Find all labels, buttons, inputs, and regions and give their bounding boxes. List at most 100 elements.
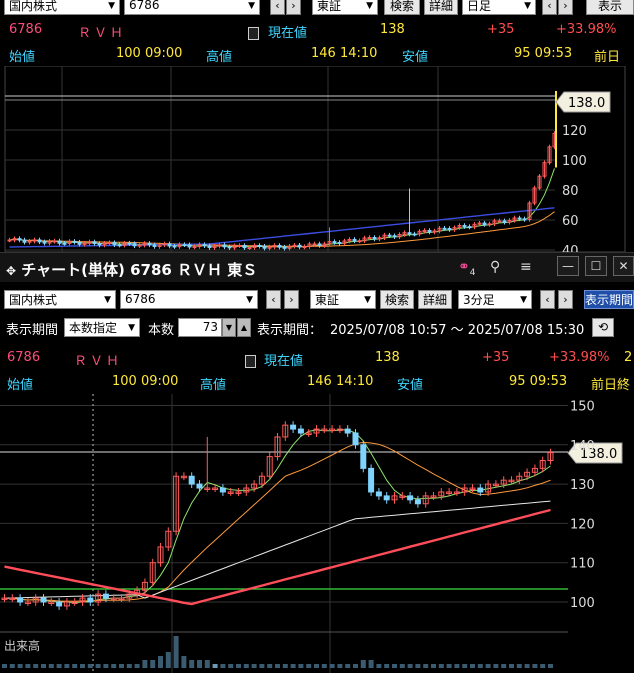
volume-bar bbox=[119, 664, 124, 668]
candle-body bbox=[502, 220, 507, 223]
next-period-button[interactable]: › bbox=[558, 0, 573, 15]
volume-bar bbox=[142, 660, 148, 668]
candle-body bbox=[297, 428, 304, 434]
refresh-button[interactable]: ⟲ bbox=[592, 317, 614, 337]
market-value: 国内株式 bbox=[9, 292, 58, 307]
volume-bar bbox=[532, 664, 538, 668]
candle-body bbox=[477, 487, 484, 493]
prev-button[interactable]: ‹ bbox=[266, 289, 281, 309]
price-tag: 138.0 bbox=[555, 91, 611, 113]
candle-body bbox=[368, 467, 375, 493]
candle-body bbox=[132, 243, 137, 247]
market-select[interactable]: 国内株式 ▼ bbox=[4, 289, 116, 309]
candle-body bbox=[312, 243, 317, 246]
count-stepper-up[interactable]: ▲ bbox=[237, 317, 251, 337]
period-select[interactable]: 日足 ▼ bbox=[462, 0, 536, 15]
y-tick-label: 80 bbox=[562, 184, 579, 199]
market-select[interactable]: 国内株式 ▼ bbox=[4, 0, 120, 15]
volume-bar bbox=[189, 660, 195, 668]
candle-body bbox=[97, 243, 102, 246]
intraday-chart[interactable]: 出来高 138.0 100110120130140150 bbox=[0, 394, 634, 673]
maximize-button[interactable]: ☐ bbox=[585, 256, 607, 276]
candle-body bbox=[487, 223, 492, 226]
volume-bar bbox=[103, 664, 109, 668]
price-change: +35 bbox=[487, 22, 515, 37]
low-label: 安値 bbox=[402, 50, 429, 65]
pin-icon[interactable]: ✥ bbox=[6, 264, 16, 278]
period-select[interactable]: 3分足 ▼ bbox=[458, 289, 532, 309]
count-input[interactable]: 73 bbox=[178, 317, 222, 337]
candle-body bbox=[462, 225, 467, 228]
candle-body bbox=[282, 246, 287, 249]
chevron-down-icon: ▼ bbox=[104, 294, 111, 305]
search-button[interactable]: 検索 bbox=[384, 0, 420, 15]
display-button[interactable]: 表示 bbox=[586, 0, 634, 15]
candle-body bbox=[375, 491, 382, 497]
prev-period-button[interactable]: ‹ bbox=[540, 289, 555, 309]
period-value: 3分足 bbox=[463, 292, 495, 307]
period-row: 表示期間 本数指定 ▼ 本数 73 ▼ ▲ 表示期間： 2025/07/08 10… bbox=[0, 316, 634, 338]
exchange-select[interactable]: 東証 ▼ bbox=[312, 0, 378, 15]
detail-button[interactable]: 詳細 bbox=[418, 289, 452, 309]
daily-chart[interactable]: 138.0 40 60 80 100 120 bbox=[0, 66, 634, 252]
close-button[interactable]: ✕ bbox=[613, 256, 634, 276]
prev-period-button[interactable]: ‹ bbox=[542, 0, 557, 15]
prev-button[interactable]: ‹ bbox=[270, 0, 285, 15]
volume-bar bbox=[345, 664, 351, 668]
volume-bar bbox=[470, 664, 475, 668]
volume-bar bbox=[290, 664, 296, 668]
code-select[interactable]: 6786 ▼ bbox=[124, 0, 260, 15]
candle-body bbox=[196, 483, 203, 489]
open-label: 始値 bbox=[7, 378, 34, 393]
volume-bar bbox=[87, 664, 93, 668]
volume-bar bbox=[197, 660, 202, 668]
top-quote-row2: 始値 100 09:00 高値 146 14:10 安値 95 09:53 前日 bbox=[0, 43, 634, 65]
candle-body bbox=[344, 428, 351, 434]
volume-bar bbox=[2, 664, 7, 668]
volume-bar bbox=[259, 664, 265, 668]
exchange-select[interactable]: 東証 ▼ bbox=[310, 289, 376, 309]
count-label: 本数 bbox=[148, 323, 175, 338]
next-period-button[interactable]: › bbox=[558, 289, 573, 309]
candle-body bbox=[17, 597, 24, 603]
candle-body bbox=[182, 244, 187, 247]
volume-bar bbox=[165, 652, 171, 668]
top-quote-row1: 6786 ＲＶＨ 現在値 138 +35 +33.98% bbox=[0, 19, 634, 41]
chevron-down-icon: ▼ bbox=[108, 0, 115, 11]
y-axis: 100 110 120 130 140 150 bbox=[570, 400, 595, 612]
next-button[interactable]: › bbox=[286, 0, 301, 15]
volume-bar bbox=[321, 664, 327, 668]
period-mode-select[interactable]: 本数指定 ▼ bbox=[64, 317, 140, 337]
display-period-button[interactable]: 表示期間 bbox=[584, 289, 634, 309]
candle-body bbox=[17, 238, 22, 241]
chevron-down-icon: ▼ bbox=[364, 294, 371, 305]
volume-bar bbox=[25, 664, 31, 668]
current-price: 138 bbox=[380, 22, 405, 37]
search-button[interactable]: 検索 bbox=[380, 289, 414, 309]
count-stepper-down[interactable]: ▼ bbox=[222, 317, 236, 337]
code-select[interactable]: 6786 ▼ bbox=[120, 289, 258, 309]
candle-body bbox=[62, 242, 67, 245]
candle-body bbox=[227, 246, 232, 249]
menu-icon[interactable]: ≡ bbox=[520, 259, 532, 275]
volume-bar bbox=[33, 664, 39, 668]
candle-body bbox=[482, 222, 487, 226]
candle-body bbox=[392, 235, 397, 238]
window-titlebar[interactable]: ✥ チャート(単体) 6786 ＲＶＨ 東Ｓ ⚭4 ⚲ ≡ — ☐ ✕ bbox=[0, 252, 634, 282]
volume-bar bbox=[126, 664, 132, 668]
chevron-down-icon: ▼ bbox=[524, 0, 531, 11]
detail-button[interactable]: 詳細 bbox=[424, 0, 458, 15]
volume-bar bbox=[17, 664, 23, 668]
volume-bar bbox=[64, 664, 70, 668]
open-value: 100 09:00 bbox=[112, 374, 179, 389]
search-icon[interactable]: ⚲ bbox=[490, 259, 500, 275]
minimize-button[interactable]: — bbox=[557, 256, 579, 276]
open-value: 100 09:00 bbox=[116, 46, 183, 61]
candle-body bbox=[412, 233, 417, 236]
candle-body bbox=[427, 230, 432, 233]
count-value: 73 bbox=[202, 320, 218, 334]
stock-code: 6786 bbox=[7, 350, 41, 365]
next-button[interactable]: › bbox=[284, 289, 299, 309]
link-icon[interactable]: ⚭4 bbox=[458, 259, 475, 278]
stock-code: 6786 bbox=[9, 22, 43, 37]
